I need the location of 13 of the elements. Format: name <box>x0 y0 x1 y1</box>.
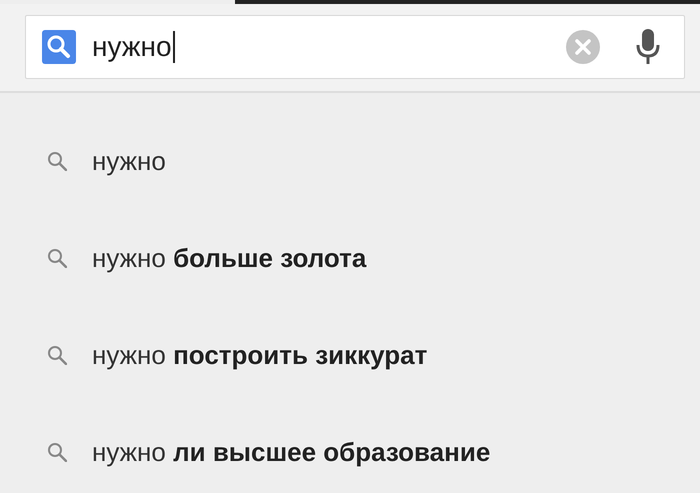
suggestion-item[interactable]: нужно построить зиккурат <box>92 340 428 370</box>
suggestion-item[interactable]: нужно <box>92 146 166 176</box>
search-icon <box>47 248 67 268</box>
suggestion-item[interactable]: нужно ли высшее образование <box>92 436 490 468</box>
text-cursor <box>172 31 175 63</box>
search-icon <box>47 345 67 365</box>
search-icon <box>47 442 67 462</box>
search-field[interactable]: нужно <box>25 15 685 79</box>
search-text: нужно <box>92 31 172 63</box>
search-icon <box>42 30 76 64</box>
suggestion-item[interactable]: нужно больше золота <box>92 242 366 274</box>
search-icon <box>47 151 67 171</box>
microphone-icon[interactable] <box>636 29 660 65</box>
